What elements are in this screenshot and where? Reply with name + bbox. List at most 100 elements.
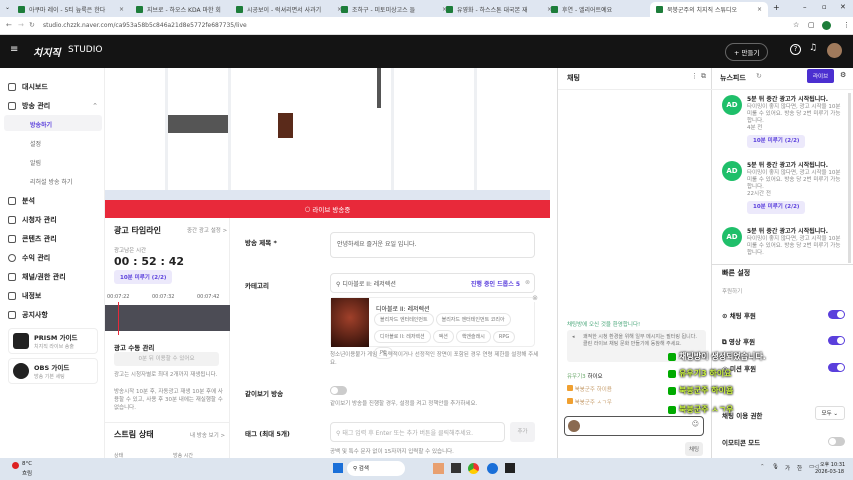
remove-category-icon[interactable]: ⊗	[532, 294, 538, 302]
chat-permission-select[interactable]: 모두 ⌄	[814, 406, 845, 420]
more-icon[interactable]: ⋮	[691, 72, 698, 80]
close-icon[interactable]: ×	[757, 6, 762, 13]
favicon-icon	[341, 6, 348, 13]
settings-icon[interactable]: ⚙	[840, 71, 846, 79]
clear-icon[interactable]: ⊗	[525, 279, 530, 286]
category-input[interactable]: ⚲ 디아블로 II: 레저렉션 진행 중인 드롭스 5 ⊗	[330, 273, 535, 293]
manual-ad-title: 광고 수동 관리	[114, 344, 155, 352]
sidebar-sub-settings[interactable]: 설정	[30, 139, 41, 148]
sidebar-item-dashboard[interactable]: 대시보드	[8, 82, 98, 92]
sidebar-item-myinfo[interactable]: 내정보	[8, 291, 98, 301]
emoticon-mode-toggle[interactable]	[828, 437, 845, 446]
tab-list-icon[interactable]: ⌄	[5, 4, 10, 11]
game-cover-image	[331, 298, 369, 347]
minimize-button[interactable]: –	[803, 3, 807, 11]
clock-date[interactable]: 2026-03-18	[815, 469, 844, 475]
chat-input[interactable]: ☺	[564, 416, 704, 436]
browser-tab[interactable]: 조하구 - 미토미상고스 들 ×	[335, 2, 453, 17]
weather-desc: 흐림	[22, 471, 33, 477]
sidebar-sub-alerts[interactable]: 알림	[30, 158, 41, 167]
add-tag-button[interactable]: 추가	[510, 422, 535, 442]
watch-together-toggle[interactable]	[330, 386, 347, 395]
tray-chevron-icon[interactable]: ⌃	[760, 464, 765, 470]
popout-icon[interactable]: ⧉	[701, 72, 706, 81]
title-label: 방송 제목 *	[245, 239, 277, 247]
sidebar-item-revenue[interactable]: 수익 관리	[8, 253, 98, 263]
new-tab-button[interactable]: +	[773, 3, 780, 12]
create-button[interactable]: + 만들기	[725, 43, 769, 61]
feed-item: 5분 뒤 중간 광고가 시작됩니다. 타이밍이 좋지 않다면, 광고 시작을 10…	[747, 162, 843, 214]
windows-start-icon[interactable]	[333, 463, 343, 473]
close-icon[interactable]: ×	[119, 6, 124, 13]
chrome-icon[interactable]	[468, 463, 479, 474]
live-button[interactable]: 라이브	[807, 69, 835, 83]
view-my-stream-link[interactable]: 내 방송 보기 >	[190, 431, 225, 439]
chzzk-icon	[668, 352, 676, 361]
sidebar-item-channel[interactable]: 채널/권한 관리	[8, 272, 98, 282]
sidebar-item-notice[interactable]: 공지사항	[8, 310, 98, 320]
drops-link[interactable]: 진행 중인 드롭스 5	[471, 279, 520, 288]
browser-tab[interactable]: 유영화 - 하스스톤 대국본 재 ×	[440, 2, 558, 17]
timeline-cursor	[118, 302, 119, 335]
ad-remaining-label: 광고남은 시간	[114, 248, 147, 254]
notification-bell-icon[interactable]: ♫	[809, 43, 817, 53]
chat-welcome: 채팅방에 오신 것을 환영합니다!	[567, 322, 641, 328]
timeline-track[interactable]	[105, 305, 230, 331]
hamburger-menu-icon[interactable]: ≡	[10, 44, 18, 55]
ime-mode[interactable]: 한	[797, 464, 802, 472]
clock-time[interactable]: 오후 10:31	[820, 461, 845, 468]
send-chat-button[interactable]: 채팅	[685, 442, 704, 456]
sidebar-sub-rehearsal[interactable]: 리허설 방송 하기	[30, 177, 72, 186]
feed-scrollbar[interactable]	[848, 93, 851, 263]
browser-tab[interactable]: 아쿠마 레이 - 5티 늪룩은 한다 ×	[12, 2, 130, 17]
logo[interactable]: 치지직	[33, 44, 61, 59]
browser-tab-active[interactable]: 북붕군주의 치지직 스튜디오 ×	[650, 2, 768, 17]
profile-icon[interactable]	[822, 21, 831, 30]
mission-donation-toggle[interactable]	[828, 363, 845, 372]
postpone-button[interactable]: 10분 미루기 (2/2)	[747, 201, 806, 214]
prism-guide-card[interactable]: PRISM 가이드 치지직 라이브 송출	[8, 328, 98, 354]
revenue-icon	[8, 254, 16, 262]
app-icon[interactable]	[487, 463, 498, 474]
extensions-icon[interactable]: ▢	[808, 21, 815, 29]
taskbar-search[interactable]: ⚲ 검색	[347, 461, 405, 476]
tag-input[interactable]: ⚲ 태그 입력 후 Enter 또는 추가 버튼을 클릭해주세요.	[330, 422, 505, 442]
video-donation-toggle[interactable]	[828, 336, 845, 345]
sidebar-item-analytics[interactable]: 분석	[8, 196, 98, 206]
reload-icon[interactable]: ↻	[29, 21, 35, 29]
help-icon[interactable]: ?	[790, 44, 801, 55]
postpone-button[interactable]: 10분 미루기 (2/2)	[114, 270, 173, 284]
ime-indicator[interactable]: 가	[785, 464, 790, 472]
obs-guide-card[interactable]: OBS 가이드 방송 기본 세팅	[8, 358, 98, 384]
close-window-button[interactable]: ✕	[840, 3, 846, 11]
url-field[interactable]: studio.chzzk.naver.com/ca953a58b5c846a21…	[43, 22, 247, 29]
back-icon[interactable]: ←	[6, 21, 12, 29]
ad-avatar: AD	[722, 161, 742, 181]
browser-tab[interactable]: 시공보이 - 럭셔리면서 사과기 ×	[230, 2, 348, 17]
sidebar-item-broadcast[interactable]: 방송 관리 ⌃	[8, 101, 98, 111]
studio-label: STUDIO	[68, 45, 103, 55]
sidebar-item-content[interactable]: 콘텐츠 관리	[8, 234, 98, 244]
emoticon-mode-row: 이모티콘 모드	[712, 437, 845, 447]
app-icon[interactable]	[505, 463, 515, 473]
emoji-icon[interactable]: ☺	[692, 420, 699, 428]
manual-ad-button[interactable]: 0분 뒤 이용할 수 있어요	[114, 352, 219, 366]
forward-icon[interactable]: →	[18, 21, 24, 29]
sidebar-sub-broadcast[interactable]: 방송하기	[30, 120, 52, 129]
refresh-icon[interactable]: ↻	[756, 72, 762, 80]
bookmark-star-icon[interactable]: ☆	[793, 21, 799, 29]
avatar[interactable]	[827, 43, 842, 58]
browser-tab[interactable]: 후연 - 엘리어트예요×	[545, 2, 663, 17]
file-explorer-icon[interactable]	[451, 463, 461, 473]
chat-donation-toggle[interactable]	[828, 310, 845, 319]
mic-icon[interactable]: 🎙	[772, 464, 779, 470]
ad-avatar: AD	[722, 95, 742, 115]
weather-icon[interactable]	[12, 462, 19, 469]
postpone-button[interactable]: 10분 미루기 (2/2)	[747, 135, 806, 148]
widget-icon[interactable]	[433, 463, 444, 474]
menu-kebab-icon[interactable]: ⋮	[843, 21, 850, 29]
maximize-button[interactable]: ▫	[822, 3, 827, 11]
sidebar-item-viewers[interactable]: 시청자 관리	[8, 215, 98, 225]
mid-ad-settings-link[interactable]: 중간 광고 설정 >	[187, 226, 227, 234]
title-input[interactable]: 안녕하세요 즐거운 요일 입니다.	[330, 232, 535, 258]
